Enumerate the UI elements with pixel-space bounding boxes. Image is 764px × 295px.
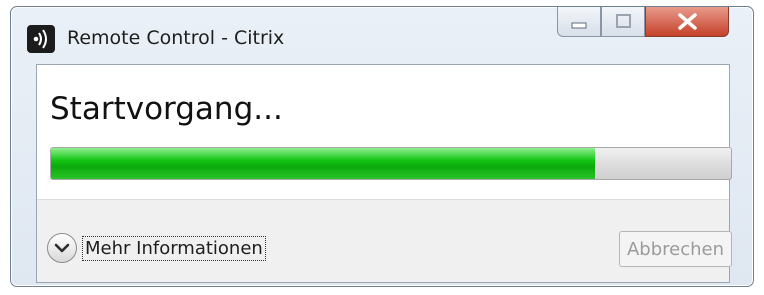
dialog-content: Startvorgang... Mehr Informationen Abbre… <box>36 64 732 283</box>
cancel-button[interactable]: Abbrechen <box>619 231 732 267</box>
title-bar[interactable]: Remote Control - Citrix <box>11 7 753 63</box>
close-icon <box>678 13 697 30</box>
minimize-button[interactable] <box>557 7 601 37</box>
progress-bar-fill <box>51 148 595 179</box>
maximize-icon <box>616 14 631 28</box>
status-heading: Startvorgang... <box>50 91 283 127</box>
citrix-receiver-icon <box>27 25 55 53</box>
footer-divider <box>37 199 729 200</box>
chevron-down-icon[interactable] <box>47 233 77 263</box>
more-info-toggle[interactable]: Mehr Informationen <box>47 231 266 265</box>
more-info-label[interactable]: Mehr Informationen <box>82 235 266 261</box>
progress-bar <box>50 147 732 180</box>
close-button[interactable] <box>645 7 729 37</box>
dialog-window: Remote Control - Citrix Startvorgang... <box>10 6 754 287</box>
window-title: Remote Control - Citrix <box>67 27 285 49</box>
maximize-button[interactable] <box>601 7 645 37</box>
status-panel: Startvorgang... <box>37 65 732 199</box>
minimize-icon <box>571 22 587 29</box>
